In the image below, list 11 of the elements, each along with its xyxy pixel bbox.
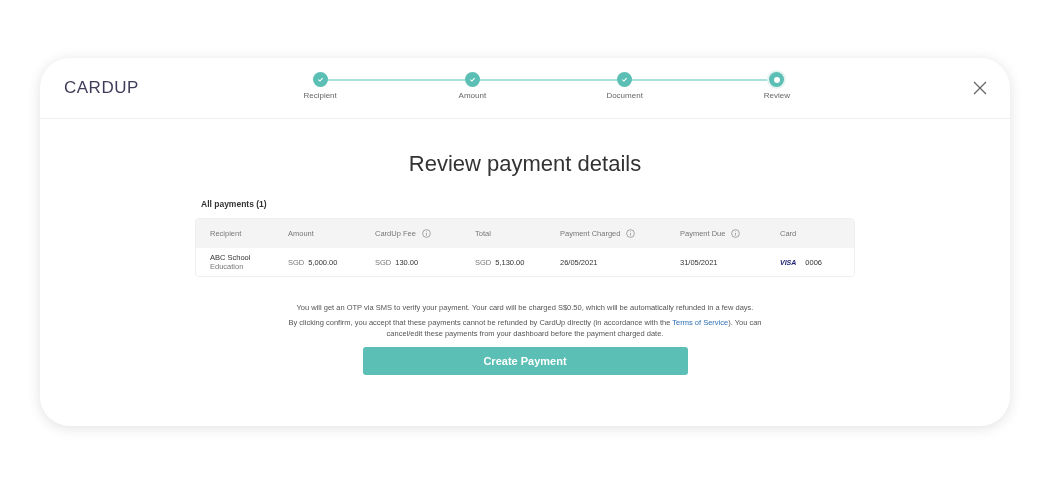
- step-label: Document: [606, 91, 643, 100]
- logo: CARDUP: [64, 78, 140, 98]
- page-title: Review payment details: [408, 151, 642, 177]
- step-label: Recipient: [303, 91, 337, 100]
- step-label: Amount: [458, 91, 487, 100]
- info-icon[interactable]: [626, 229, 636, 238]
- section-label: All payments (1): [200, 199, 268, 209]
- info-icon[interactable]: [731, 229, 741, 238]
- close-button[interactable]: [972, 80, 988, 96]
- info-icon[interactable]: [421, 229, 431, 238]
- step-label: Review: [763, 91, 790, 100]
